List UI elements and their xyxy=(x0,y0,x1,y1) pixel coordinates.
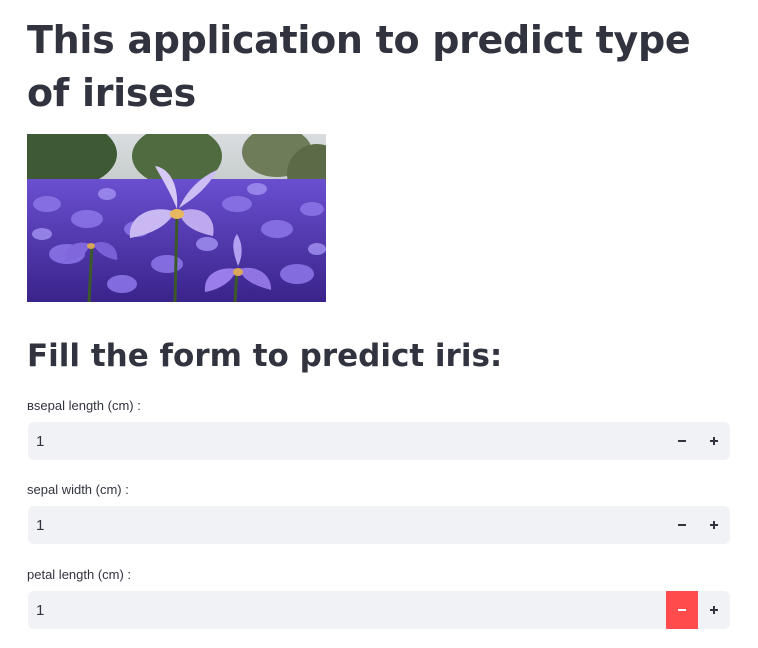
iris-image xyxy=(27,134,326,302)
sepal-width-label: sepal width (cm) : xyxy=(27,482,129,497)
sepal-width-decrement-button[interactable] xyxy=(666,506,698,544)
petal-length-label: petal length (cm) : xyxy=(27,567,132,582)
plus-icon xyxy=(710,521,718,529)
petal-length-input[interactable] xyxy=(28,591,658,629)
sepal-length-decrement-button[interactable] xyxy=(666,422,698,460)
minus-icon xyxy=(678,524,686,526)
sepal-length-label: вsepal length (cm) : xyxy=(27,398,141,413)
sepal-width-increment-button[interactable] xyxy=(698,506,730,544)
sepal-length-input-group xyxy=(28,422,730,460)
plus-icon xyxy=(710,606,718,614)
form-heading: Fill the form to predict iris: xyxy=(27,338,503,374)
minus-icon xyxy=(678,440,686,442)
sepal-width-input-group xyxy=(28,506,730,544)
petal-length-decrement-button[interactable] xyxy=(666,591,698,629)
sepal-width-input[interactable] xyxy=(28,506,658,544)
app-page: This application to predict type of iris… xyxy=(0,0,758,648)
sepal-length-input[interactable] xyxy=(28,422,658,460)
plus-icon xyxy=(710,437,718,445)
minus-icon xyxy=(678,609,686,611)
petal-length-input-group xyxy=(28,591,730,629)
petal-length-increment-button[interactable] xyxy=(698,591,730,629)
sepal-length-increment-button[interactable] xyxy=(698,422,730,460)
page-title: This application to predict type of iris… xyxy=(27,18,691,115)
